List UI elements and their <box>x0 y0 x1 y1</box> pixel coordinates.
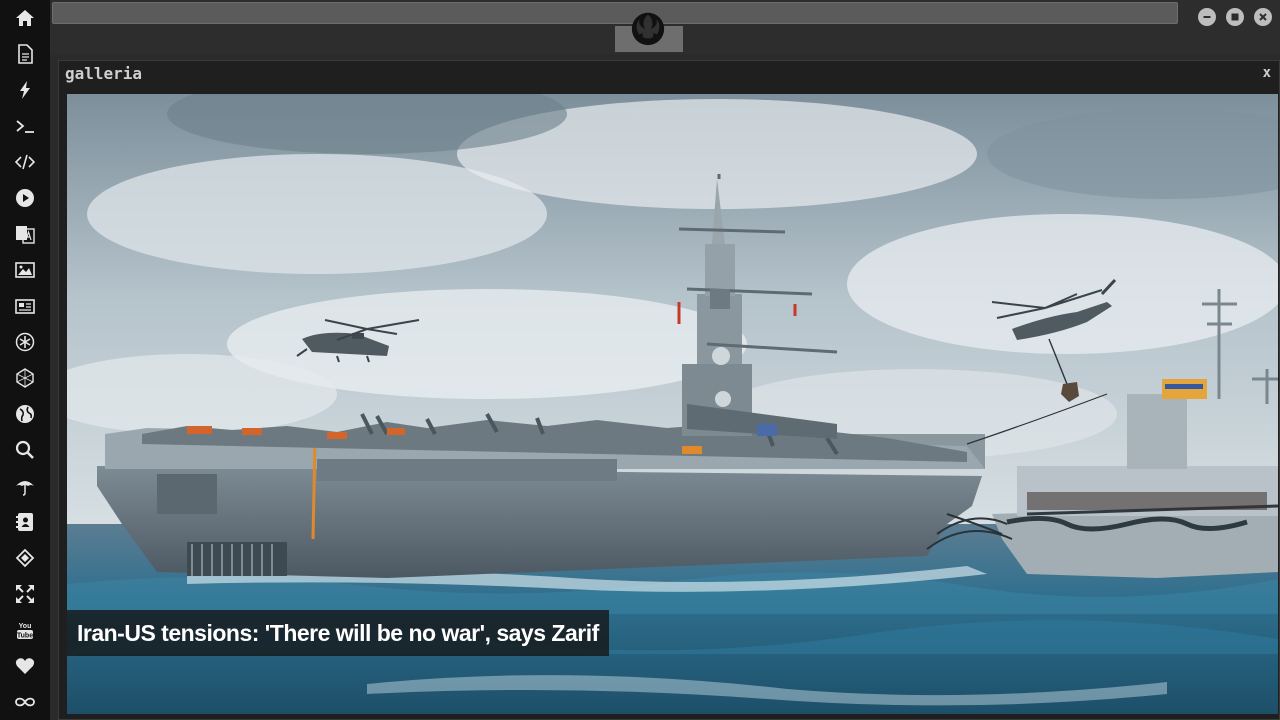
gallery-panel: galleria x Iran-US tensions: 'There will… <box>58 60 1280 720</box>
newspaper-icon[interactable] <box>13 294 37 318</box>
lightning-icon[interactable] <box>13 78 37 102</box>
top-bar <box>50 0 1280 54</box>
address-bar[interactable] <box>52 2 1178 24</box>
terminal-icon[interactable] <box>13 114 37 138</box>
sidebar: You Tube <box>0 0 50 720</box>
minimize-icon[interactable] <box>1198 8 1216 26</box>
search-icon[interactable] <box>13 438 37 462</box>
svg-text:You: You <box>19 623 32 630</box>
image-caption: Iran-US tensions: 'There will be no war'… <box>67 610 609 656</box>
svg-text:Tube: Tube <box>17 633 33 640</box>
panel-title: galleria <box>65 64 143 83</box>
rebel-alliance-icon[interactable] <box>628 8 668 48</box>
connect-icon[interactable] <box>13 546 37 570</box>
panel-close-button[interactable]: x <box>1263 65 1271 81</box>
umbrella-icon[interactable] <box>13 474 37 498</box>
close-icon[interactable] <box>1254 8 1272 26</box>
youtube-icon[interactable]: You Tube <box>13 618 37 642</box>
heart-icon[interactable] <box>13 654 37 678</box>
network-icon[interactable] <box>13 366 37 390</box>
document-icon[interactable] <box>13 42 37 66</box>
globe-icon[interactable] <box>13 402 37 426</box>
maximize-icon[interactable] <box>1226 8 1244 26</box>
expand-icon[interactable] <box>13 582 37 606</box>
code-icon[interactable] <box>13 150 37 174</box>
image-icon[interactable] <box>13 258 37 282</box>
gallery-image[interactable]: Iran-US tensions: 'There will be no war'… <box>67 94 1278 714</box>
asterisk-icon[interactable] <box>13 330 37 354</box>
contacts-icon[interactable] <box>13 510 37 534</box>
translate-icon[interactable] <box>13 222 37 246</box>
play-icon[interactable] <box>13 186 37 210</box>
home-icon[interactable] <box>13 6 37 30</box>
infinity-icon[interactable] <box>13 690 37 714</box>
